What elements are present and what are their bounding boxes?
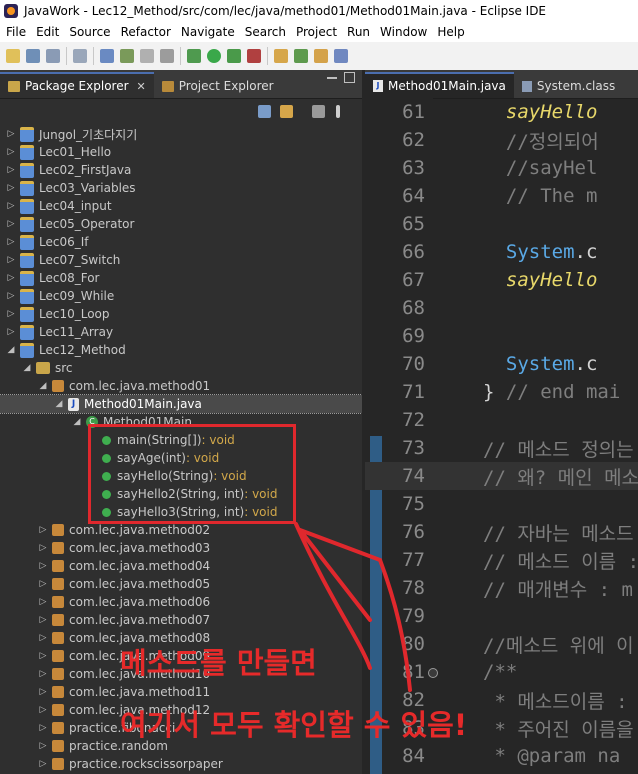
- annotation-line-1: 메소드를 만들면: [120, 646, 317, 680]
- annotation-arrows: [294, 522, 412, 692]
- annotation-line-2: 여기서 모두 확인할 수 있음!: [120, 708, 468, 742]
- arrow-line-shape: [378, 558, 412, 692]
